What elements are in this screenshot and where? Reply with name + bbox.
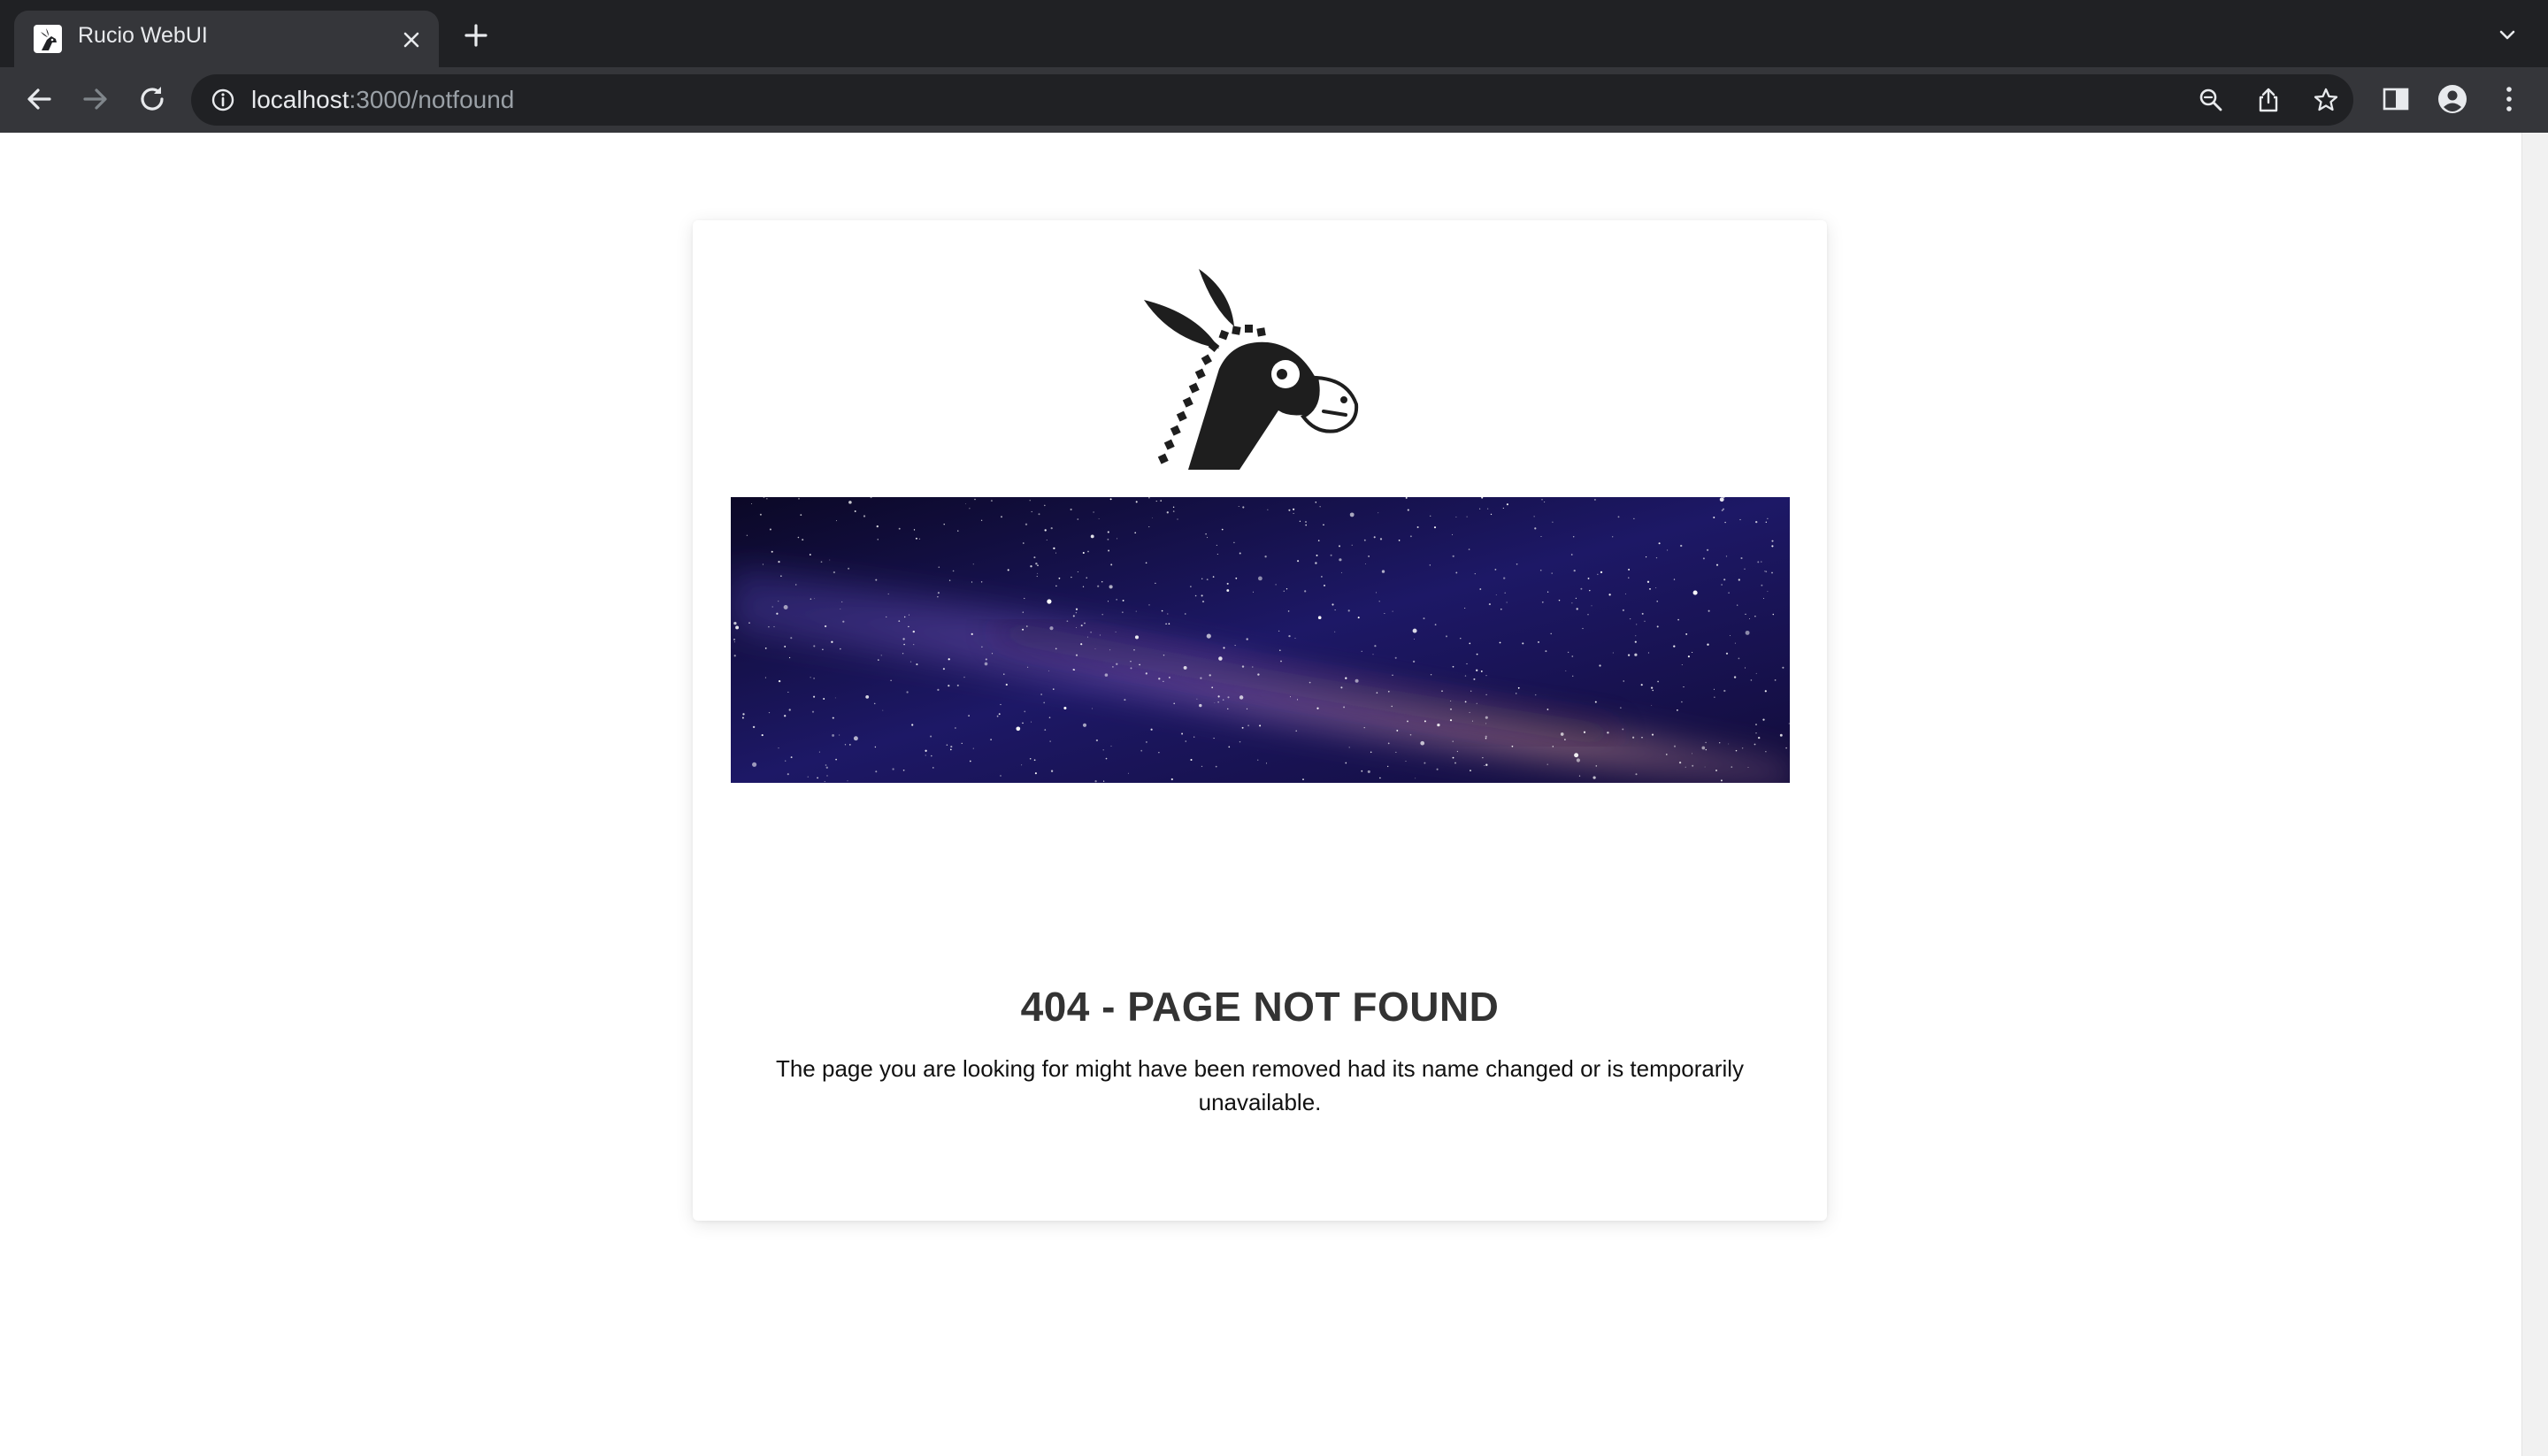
new-tab-icon[interactable] (462, 21, 490, 50)
side-panel-icon[interactable] (2380, 83, 2412, 115)
milky-way-banner (731, 497, 1790, 783)
url-host: localhost (251, 86, 349, 113)
close-icon[interactable] (400, 28, 423, 51)
address-bar[interactable]: localhost:3000/notfound (191, 74, 2353, 126)
tab-title: Rucio WebUI (78, 23, 208, 48)
rucio-donkey-icon (34, 25, 62, 53)
url-text: localhost:3000/notfound (251, 86, 514, 114)
bookmark-star-icon[interactable] (2313, 87, 2339, 113)
share-icon[interactable] (2255, 87, 2282, 113)
tab-search-icon[interactable] (2495, 23, 2520, 48)
error-message: The page you are looking for might have … (775, 1055, 1745, 1115)
zoom-icon[interactable] (2198, 87, 2224, 113)
forward-icon[interactable] (78, 81, 113, 117)
back-icon[interactable] (21, 81, 57, 117)
reload-icon[interactable] (134, 81, 170, 117)
url-path: :3000/notfound (349, 86, 515, 113)
profile-icon[interactable] (2437, 83, 2468, 115)
tab-strip: Rucio WebUI (0, 0, 2548, 67)
page-title: 404 - PAGE NOT FOUND (1020, 984, 1500, 1030)
not-found-card: 404 - PAGE NOT FOUND The page you are lo… (693, 220, 1827, 1221)
rucio-donkey-logo (1135, 264, 1383, 477)
info-icon[interactable] (211, 88, 235, 112)
tab-rucio-webui[interactable]: Rucio WebUI (14, 11, 439, 67)
browser-toolbar: localhost:3000/notfound (0, 67, 2548, 133)
menu-icon[interactable] (2493, 83, 2525, 115)
page-scrollbar[interactable] (2521, 133, 2548, 1456)
